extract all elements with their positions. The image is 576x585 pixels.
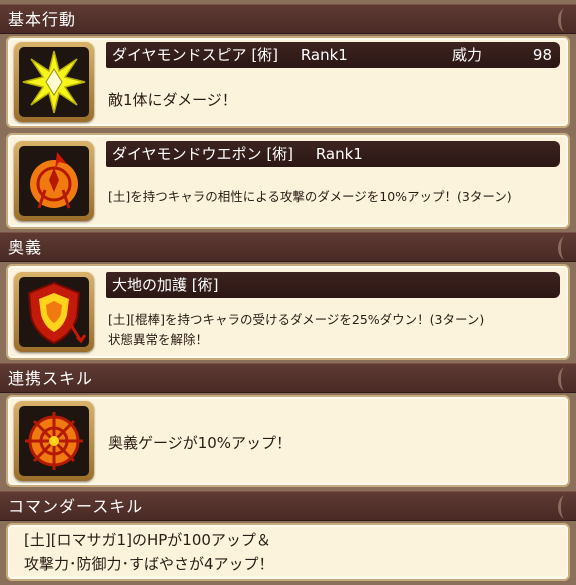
skill-card-renkei[interactable]: 奥義ゲージが10%アップ！ [6, 395, 570, 487]
skill-card-diamond-weapon[interactable]: ダイヤモンドウエポン [術] Rank1 [土]を持つキャラの相性による攻撃のダ… [6, 133, 570, 229]
skill-description-2: 状態異常を解除！ [108, 332, 209, 347]
commander-skill-card: [土][ロマサガ1]のHPが100アップ＆ 攻撃力･防御力･すばやさが4アップ！ [6, 523, 570, 581]
diamond-weapon-icon [30, 152, 78, 209]
skill-icon-frame [14, 401, 94, 481]
earth-shield-icon [27, 281, 87, 345]
diamond-spear-icon [22, 50, 86, 114]
section-title: コマンダースキル [8, 497, 144, 516]
skill-name: ダイヤモンドウエポン [術] [112, 145, 294, 163]
scroll-curl-icon [558, 367, 564, 391]
skill-card-earth-protection[interactable]: 大地の加護 [術] [土][棍棒]を持つキャラの受けるダメージを25%ダウン！(… [6, 264, 570, 360]
skill-card-diamond-spear[interactable]: ダイヤモンドスピア [術] Rank1 威力 98 敵1体にダメージ！ [6, 36, 570, 128]
section-header-commander: コマンダースキル [0, 491, 576, 521]
section-header-renkei: 連携スキル [0, 363, 576, 393]
scroll-curl-icon [558, 8, 564, 32]
skill-name: ダイヤモンドスピア [術] [112, 46, 279, 64]
skill-rank: Rank1 [300, 46, 348, 64]
section-title: 奥義 [8, 238, 43, 257]
skill-rank: Rank1 [315, 145, 363, 163]
skill-description: [土][棍棒]を持つキャラの受けるダメージを25%ダウン！(3ターン) [108, 312, 485, 327]
section-header-ougi: 奥義 [0, 232, 576, 262]
skill-icon-frame [14, 141, 94, 221]
skill-title-bar: ダイヤモンドウエポン [術] Rank1 [106, 141, 560, 167]
skill-title-bar: 大地の加護 [術] [106, 272, 560, 298]
section-title: 基本行動 [8, 10, 77, 29]
scroll-curl-icon [558, 495, 564, 519]
skill-description: 敵1体にダメージ！ [108, 91, 237, 109]
power-label: 威力 [452, 46, 483, 64]
skill-name: 大地の加護 [術] [112, 276, 219, 294]
section-header-basic: 基本行動 [0, 4, 576, 34]
commander-line-1: [土][ロマサガ1]のHPが100アップ＆ [24, 531, 271, 549]
skill-icon-frame [14, 42, 94, 122]
skill-icon-frame [14, 272, 94, 352]
burst-gauge-icon [25, 412, 83, 470]
power-value: 98 [532, 46, 552, 64]
skill-description: 奥義ゲージが10%アップ！ [108, 434, 292, 452]
skill-description: [土]を持つキャラの相性による攻撃のダメージを10%アップ！(3ターン) [108, 189, 512, 204]
scroll-curl-icon [558, 236, 564, 260]
skill-title-bar: ダイヤモンドスピア [術] Rank1 威力 98 [106, 42, 560, 68]
commander-line-2: 攻撃力･防御力･すばやさが4アップ！ [24, 555, 274, 573]
section-title: 連携スキル [8, 369, 94, 388]
